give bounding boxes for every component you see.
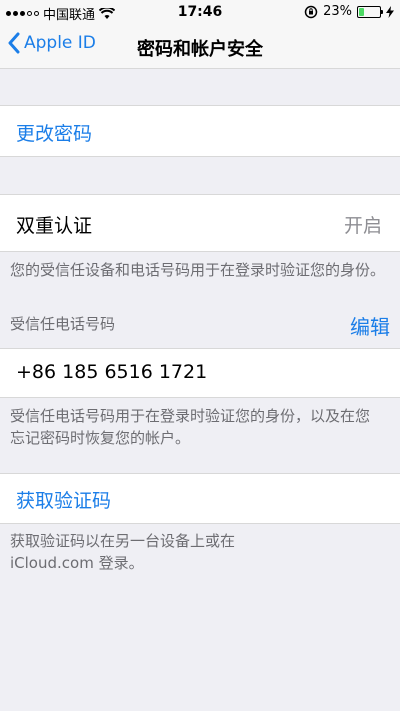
get-verification-code-cell[interactable]: 获取验证码	[0, 473, 400, 524]
page-title: 密码和帐户安全	[137, 39, 263, 60]
phone-number-cell: +86 185 6516 1721	[0, 348, 400, 398]
battery-percent: 23%	[323, 4, 352, 19]
battery-icon	[357, 5, 383, 18]
status-right: 23%	[304, 4, 394, 19]
two-factor-label: 双重认证	[16, 215, 93, 237]
edit-button[interactable]: 编辑	[350, 311, 390, 340]
change-password-cell[interactable]: 更改密码	[0, 105, 400, 157]
two-factor-status: 开启	[343, 215, 382, 237]
two-factor-cell: 双重认证 开启	[0, 194, 400, 252]
status-bar: 中国联通 17:46 23%	[0, 0, 400, 24]
nav-bar: Apple ID 密码和帐户安全	[0, 24, 400, 69]
phone-number: +86 185 6516 1721	[16, 361, 208, 383]
two-factor-description: 您的受信任设备和电话号码用于在登录时验证您的身份。	[10, 261, 386, 279]
trusted-phone-header: 受信任电话号码	[10, 315, 116, 333]
get-verification-code-label: 获取验证码	[16, 490, 112, 512]
charging-icon	[386, 5, 394, 18]
verification-description: 获取验证码以在另一台设备上或在 iCloud.com 登录。	[10, 532, 236, 572]
battery-fill	[359, 7, 364, 16]
change-password-label: 更改密码	[16, 123, 93, 145]
orientation-lock-icon	[304, 5, 318, 18]
trusted-phone-description: 受信任电话号码用于在登录时验证您的身份，以及在您忘记密码时恢复您的帐户。	[10, 407, 371, 447]
